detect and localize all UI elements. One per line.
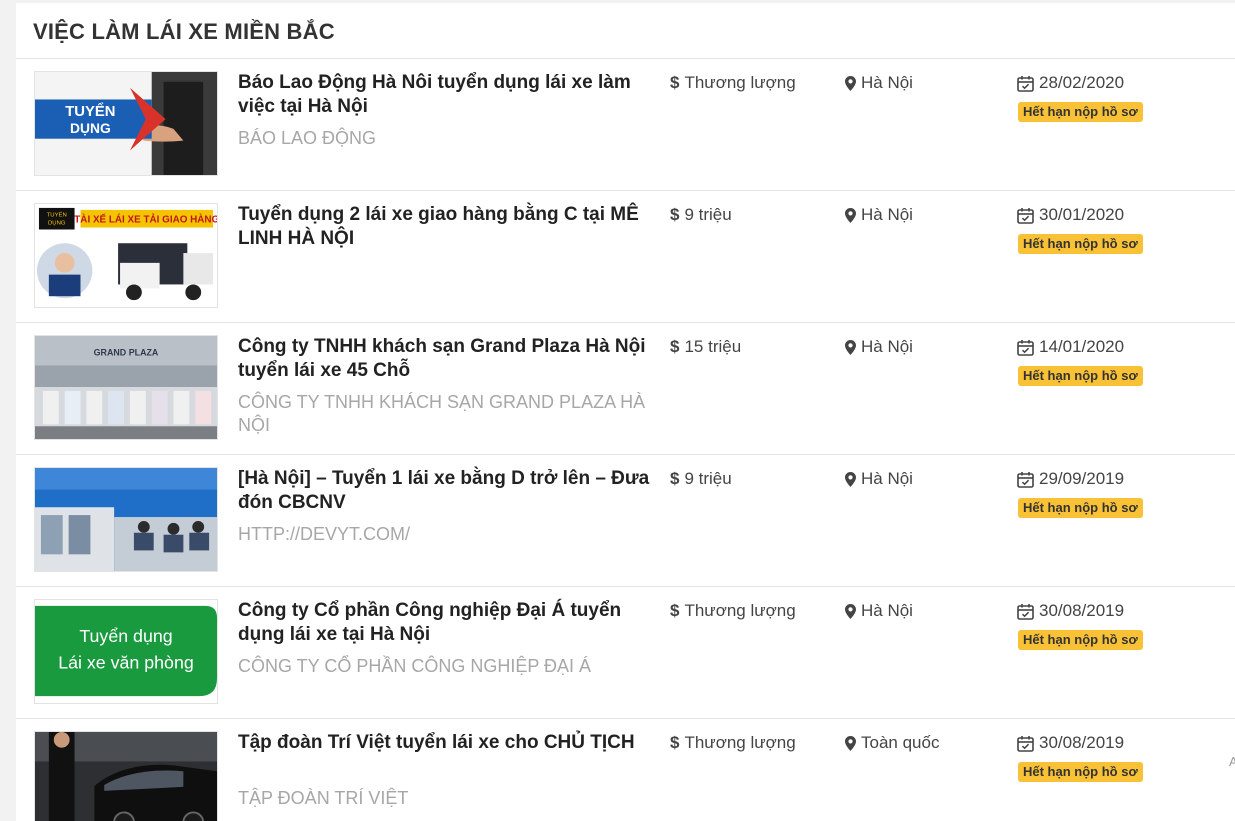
thumb-sign: GRAND PLAZA [94, 348, 159, 358]
status-badge: Hết hạn nộp hồ sơ [1018, 630, 1143, 650]
salary-value: Thương lượng [684, 733, 796, 752]
job-thumbnail[interactable]: TUYỂN DỤNG TÀI XẾ LÁI XE TẢI GIAO HÀNG [34, 203, 218, 308]
thumb-banner: TÀI XẾ LÁI XE TẢI GIAO HÀNG [74, 214, 217, 226]
dollar-icon: $ [670, 337, 680, 356]
job-title[interactable]: [Hà Nội] – Tuyển 1 lái xe bằng D trở lên… [238, 467, 658, 515]
location-value: Hà Nội [861, 73, 913, 92]
salary: $ 9 triệu [670, 205, 732, 225]
job-thumbnail[interactable]: GRAND PLAZA [34, 335, 218, 440]
status-badge: Hết hạn nộp hồ sơ [1018, 498, 1143, 518]
deadline: 30/08/2019 [1017, 733, 1124, 753]
thumb-tag-2: DỤNG [48, 221, 66, 227]
location-value: Hà Nội [861, 205, 913, 224]
job-item: GRAND PLAZA Công ty TNHH khách sạn Grand… [16, 323, 1235, 455]
job-item: Tập đoàn Trí Việt tuyển lái xe cho CHỦ T… [16, 719, 1235, 821]
calendar-icon [1017, 603, 1034, 620]
salary-value: 15 triệu [684, 337, 742, 356]
deadline-value: 28/02/2020 [1039, 73, 1125, 92]
thumb-tag-1: TUYỂN [47, 212, 67, 219]
salary: $ Thương lượng [670, 601, 796, 621]
location: Hà Nội [845, 337, 913, 357]
map-pin-icon [845, 603, 856, 619]
company-name[interactable]: CÔNG TY CỔ PHẦN CÔNG NGHIỆP ĐẠI Á [238, 655, 658, 678]
location-value: Hà Nội [861, 337, 913, 356]
salary: $ 9 triệu [670, 469, 732, 489]
location: Hà Nội [845, 73, 913, 93]
deadline-value: 30/08/2019 [1039, 601, 1125, 620]
status-badge: Hết hạn nộp hồ sơ [1018, 102, 1143, 122]
salary-value: Thương lượng [684, 73, 796, 92]
job-thumbnail[interactable] [34, 467, 218, 572]
job-title[interactable]: Báo Lao Động Hà Nôi tuyển dụng lái xe là… [238, 71, 658, 119]
location: Hà Nội [845, 601, 913, 621]
deadline: 28/02/2020 [1017, 73, 1124, 93]
job-list-panel: VIỆC LÀM LÁI XE MIỀN BẮC TUYỂN DỤNG Báo … [16, 3, 1235, 821]
job-item: Tuyển dụng Lái xe văn phòng Công ty Cổ p… [16, 587, 1235, 719]
job-title[interactable]: Tập đoàn Trí Việt tuyển lái xe cho CHỦ T… [238, 731, 658, 755]
map-pin-icon [845, 339, 856, 355]
calendar-icon [1017, 339, 1034, 356]
company-name[interactable]: TẬP ĐOÀN TRÍ VIỆT [238, 787, 658, 810]
job-thumbnail[interactable] [34, 731, 218, 821]
dollar-icon: $ [670, 73, 680, 92]
status-badge: Hết hạn nộp hồ sơ [1018, 762, 1143, 782]
thumb-text-1: Tuyển dụng [79, 626, 172, 646]
calendar-icon [1017, 207, 1034, 224]
job-item: TUYỂN DỤNG Báo Lao Động Hà Nôi tuyển dụn… [16, 59, 1235, 191]
status-badge: Hết hạn nộp hồ sơ [1018, 366, 1143, 386]
deadline-value: 30/08/2019 [1039, 733, 1125, 752]
location: Hà Nội [845, 205, 913, 225]
company-name[interactable]: HTTP://DEVYT.COM/ [238, 523, 658, 546]
dollar-icon: $ [670, 205, 680, 224]
salary-value: 9 triệu [684, 469, 732, 488]
location: Toàn quốc [845, 733, 939, 753]
status-badge: Hết hạn nộp hồ sơ [1018, 234, 1143, 254]
deadline: 14/01/2020 [1017, 337, 1124, 357]
salary: $ 15 triệu [670, 337, 741, 357]
job-thumbnail[interactable]: TUYỂN DỤNG [34, 71, 218, 176]
deadline-value: 29/09/2019 [1039, 469, 1125, 488]
job-item: [Hà Nội] – Tuyển 1 lái xe bằng D trở lên… [16, 455, 1235, 587]
calendar-icon [1017, 735, 1034, 752]
calendar-icon [1017, 471, 1034, 488]
deadline-value: 14/01/2020 [1039, 337, 1125, 356]
deadline: 30/01/2020 [1017, 205, 1124, 225]
job-thumbnail[interactable]: Tuyển dụng Lái xe văn phòng [34, 599, 218, 704]
section-title: VIỆC LÀM LÁI XE MIỀN BẮC [16, 3, 1235, 59]
job-title[interactable]: Công ty Cổ phần Công nghiệp Đại Á tuyển … [238, 599, 658, 647]
deadline: 29/09/2019 [1017, 469, 1124, 489]
map-pin-icon [845, 75, 856, 91]
job-title[interactable]: Tuyển dụng 2 lái xe giao hàng bằng C tại… [238, 203, 658, 251]
dollar-icon: $ [670, 469, 680, 488]
dollar-icon: $ [670, 733, 680, 752]
job-title[interactable]: Công ty TNHH khách sạn Grand Plaza Hà Nộ… [238, 335, 658, 383]
thumb-text-1: TUYỂN [65, 102, 115, 120]
location: Hà Nội [845, 469, 913, 489]
thumb-text-2: DỤNG [70, 121, 111, 136]
deadline: 30/08/2019 [1017, 601, 1124, 621]
location-value: Hà Nội [861, 469, 913, 488]
thumb-text-2: Lái xe văn phòng [58, 653, 194, 673]
salary: $ Thương lượng [670, 73, 796, 93]
deadline-value: 30/01/2020 [1039, 205, 1125, 224]
company-name[interactable]: CÔNG TY TNHH KHÁCH SẠN GRAND PLAZA HÀ NỘ… [238, 391, 658, 437]
map-pin-icon [845, 207, 856, 223]
salary-value: Thương lượng [684, 601, 796, 620]
salary: $ Thương lượng [670, 733, 796, 753]
location-value: Toàn quốc [861, 733, 940, 752]
calendar-icon [1017, 75, 1034, 92]
edge-text: A [1229, 754, 1235, 769]
company-name[interactable]: BÁO LAO ĐỘNG [238, 127, 658, 150]
location-value: Hà Nội [861, 601, 913, 620]
map-pin-icon [845, 471, 856, 487]
salary-value: 9 triệu [684, 205, 732, 224]
dollar-icon: $ [670, 601, 680, 620]
job-item: TUYỂN DỤNG TÀI XẾ LÁI XE TẢI GIAO HÀNG T… [16, 191, 1235, 323]
map-pin-icon [845, 735, 856, 751]
